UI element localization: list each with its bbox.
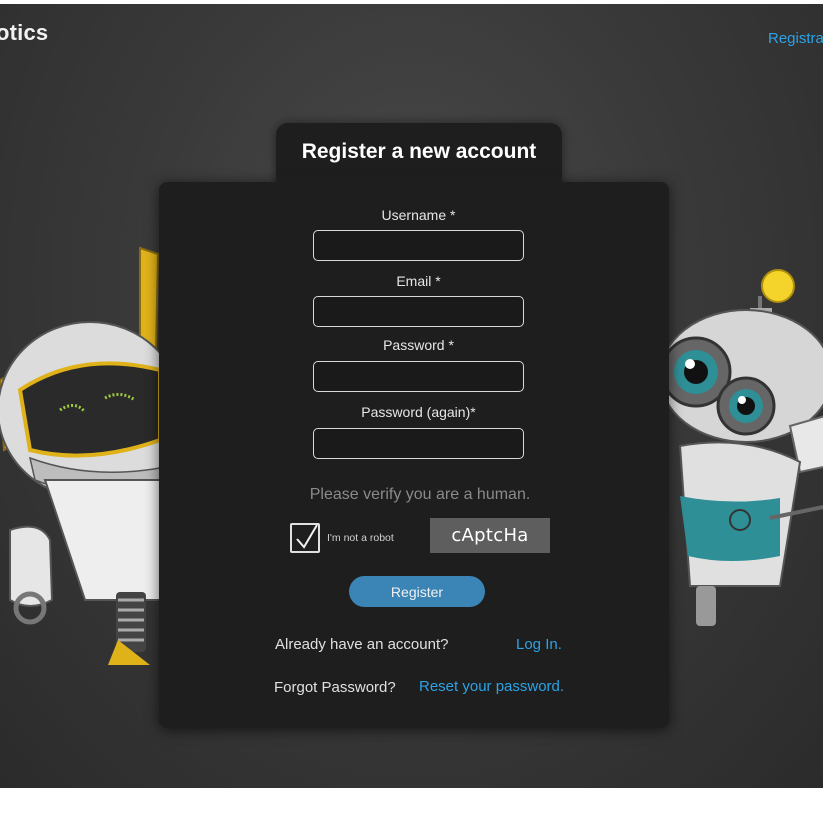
username-input[interactable] bbox=[313, 230, 524, 261]
password-again-input[interactable] bbox=[313, 428, 524, 459]
password-input[interactable] bbox=[313, 361, 524, 392]
email-label: Email * bbox=[396, 273, 441, 289]
robot-left-illustration bbox=[0, 246, 170, 665]
password-again-label: Password (again)* bbox=[361, 404, 476, 420]
not-robot-label: I'm not a robot bbox=[327, 532, 394, 544]
checkmark-icon bbox=[296, 524, 318, 549]
page-title: Register a new account bbox=[301, 140, 537, 163]
site-logo[interactable]: otics bbox=[0, 20, 48, 46]
robot-right-illustration bbox=[659, 269, 823, 626]
login-link[interactable]: Log In. bbox=[516, 636, 562, 653]
email-input[interactable] bbox=[313, 296, 524, 327]
password-label: Password * bbox=[383, 337, 454, 353]
captcha-image: cAptcHa bbox=[430, 518, 550, 553]
forgot-password-prompt: Forgot Password? bbox=[274, 679, 396, 696]
register-button[interactable]: Register bbox=[349, 576, 485, 607]
registration-link[interactable]: Registration bbox=[768, 30, 823, 47]
reset-password-link[interactable]: Reset your password. bbox=[419, 678, 564, 695]
not-robot-checkbox[interactable] bbox=[290, 523, 320, 553]
login-prompt: Already have an account? bbox=[275, 636, 449, 653]
verify-human-text: Please verify you are a human. bbox=[309, 486, 531, 503]
username-label: Username * bbox=[381, 207, 456, 223]
page-background: otics Registration bbox=[0, 4, 823, 788]
